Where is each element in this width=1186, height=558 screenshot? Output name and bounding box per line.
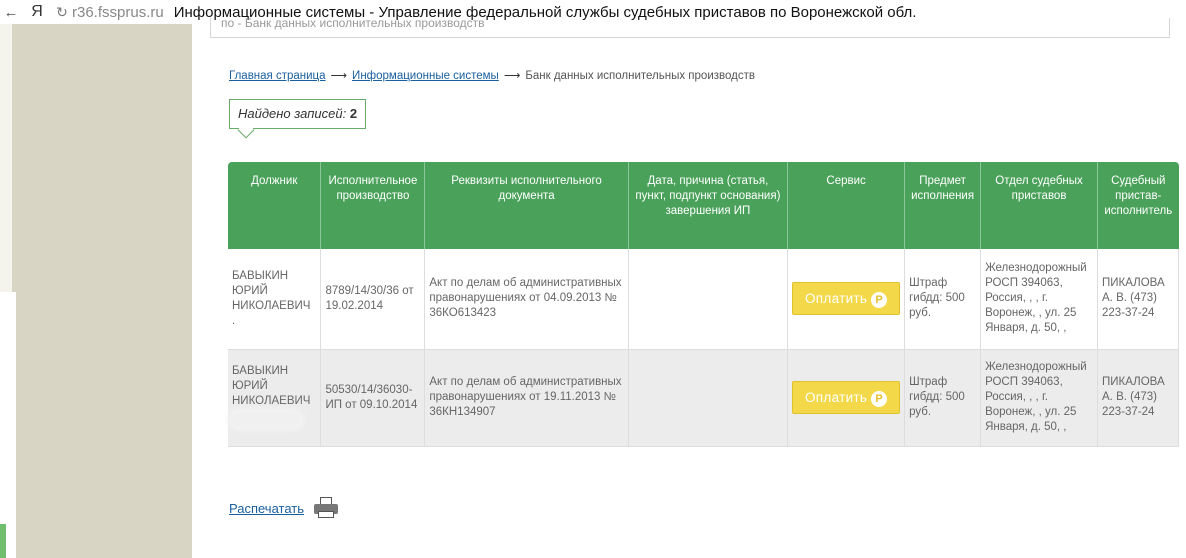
table-row: БАВЫКИН ЮРИЙ НИКОЛАЕВИЧ . 8789/14/30/36 … bbox=[228, 249, 1179, 350]
breadcrumb-arrow-icon: ⟶ bbox=[330, 70, 348, 82]
results-table: Должник Исполнительное производство Рекв… bbox=[228, 162, 1179, 447]
ruble-icon: Р bbox=[871, 292, 888, 309]
left-white-block bbox=[0, 292, 16, 558]
ruble-icon: Р bbox=[871, 391, 888, 407]
column-header: Исполнительное производство bbox=[320, 162, 426, 249]
column-header: Сервис bbox=[787, 162, 906, 249]
column-header: Предмет исполнения bbox=[904, 162, 982, 249]
breadcrumb-home-link[interactable]: Главная страница bbox=[229, 70, 326, 82]
document-cell: Акт по делам об административных правона… bbox=[424, 249, 629, 350]
pay-button[interactable]: Оплатить Р bbox=[792, 282, 901, 316]
records-found-count: 2 bbox=[349, 106, 358, 121]
records-found-badge: Найдено записей: 2 bbox=[229, 99, 367, 139]
debtor-cell: БАВЫКИН ЮРИЙ НИКОЛАЕВИЧ bbox=[228, 349, 322, 447]
left-background-panel bbox=[0, 24, 192, 558]
back-arrow-icon[interactable]: ← bbox=[0, 4, 22, 21]
department-cell: Железнодорожный РОСП 394063, Россия, , ,… bbox=[980, 349, 1099, 447]
breadcrumb-current: Банк данных исполнительных производств bbox=[525, 70, 755, 82]
breadcrumb-systems-link[interactable]: Информационные системы bbox=[352, 70, 499, 82]
print-link-label[interactable]: Распечатать bbox=[229, 501, 304, 516]
badge-tail bbox=[237, 121, 255, 139]
bailiff-cell: ПИКАЛОВА А. В. (473) 223-37-24 bbox=[1097, 349, 1179, 447]
proceeding-cell: 50530/14/36030-ИП от 09.10.2014 bbox=[320, 349, 426, 447]
yandex-logo[interactable]: Я bbox=[22, 3, 52, 21]
breadcrumb: Главная страница ⟶ Информационные системы ⟶… bbox=[229, 68, 755, 82]
top-box-text: по - Банк данных исполнительных производ… bbox=[221, 18, 485, 30]
service-cell: Оплатить Р bbox=[787, 349, 906, 447]
pay-button-label: Оплатить bbox=[804, 390, 868, 405]
redacted-blur bbox=[232, 413, 300, 426]
printer-tray bbox=[318, 511, 335, 518]
debtor-cell: БАВЫКИН ЮРИЙ НИКОЛАЕВИЧ . bbox=[228, 249, 322, 350]
records-found-label: Найдено записей: bbox=[238, 106, 347, 121]
table-row: БАВЫКИН ЮРИЙ НИКОЛАЕВИЧ 50530/14/36030-И… bbox=[228, 349, 1179, 447]
proceeding-cell: 8789/14/30/36 от 19.02.2014 bbox=[320, 249, 426, 350]
pay-button-label: Оплатить bbox=[804, 291, 868, 307]
completion-cell bbox=[628, 349, 789, 447]
column-header: Должник bbox=[228, 162, 322, 249]
breadcrumb-arrow-icon: ⟶ bbox=[503, 70, 521, 82]
subject-cell: Штраф гибдд: 500 руб. bbox=[904, 349, 982, 447]
bailiff-cell: ПИКАЛОВА А. В. (473) 223-37-24 bbox=[1097, 249, 1179, 350]
column-header: Судебный пристав-исполнитель bbox=[1097, 162, 1179, 249]
column-header: Отдел судебных приставов bbox=[980, 162, 1099, 249]
top-info-box: по - Банк данных исполнительных производ… bbox=[210, 18, 1170, 38]
main-content: по - Банк данных исполнительных производ… bbox=[192, 18, 1186, 558]
subject-cell: Штраф гибдд: 500 руб. bbox=[904, 249, 982, 350]
address-bar[interactable]: r36.fssprus.ru bbox=[72, 4, 164, 21]
column-header: Дата, причина (статья, пункт, подпункт о… bbox=[628, 162, 789, 249]
table-header-row: Должник Исполнительное производство Рекв… bbox=[228, 162, 1179, 249]
completion-cell bbox=[628, 249, 789, 350]
pay-button[interactable]: Оплатить Р bbox=[792, 381, 901, 414]
printer-icon[interactable] bbox=[312, 497, 340, 519]
reload-icon[interactable]: ↻ bbox=[52, 4, 72, 21]
debtor-name: БАВЫКИН ЮРИЙ НИКОЛАЕВИЧ bbox=[232, 365, 311, 407]
column-header: Реквизиты исполнительного документа bbox=[424, 162, 629, 249]
service-cell: Оплатить Р bbox=[787, 249, 906, 350]
print-link[interactable]: Распечатать bbox=[229, 497, 340, 519]
left-green-marker bbox=[0, 524, 6, 558]
document-cell: Акт по делам об административных правона… bbox=[424, 349, 629, 447]
department-cell: Железнодорожный РОСП 394063, Россия, , ,… bbox=[980, 249, 1099, 350]
